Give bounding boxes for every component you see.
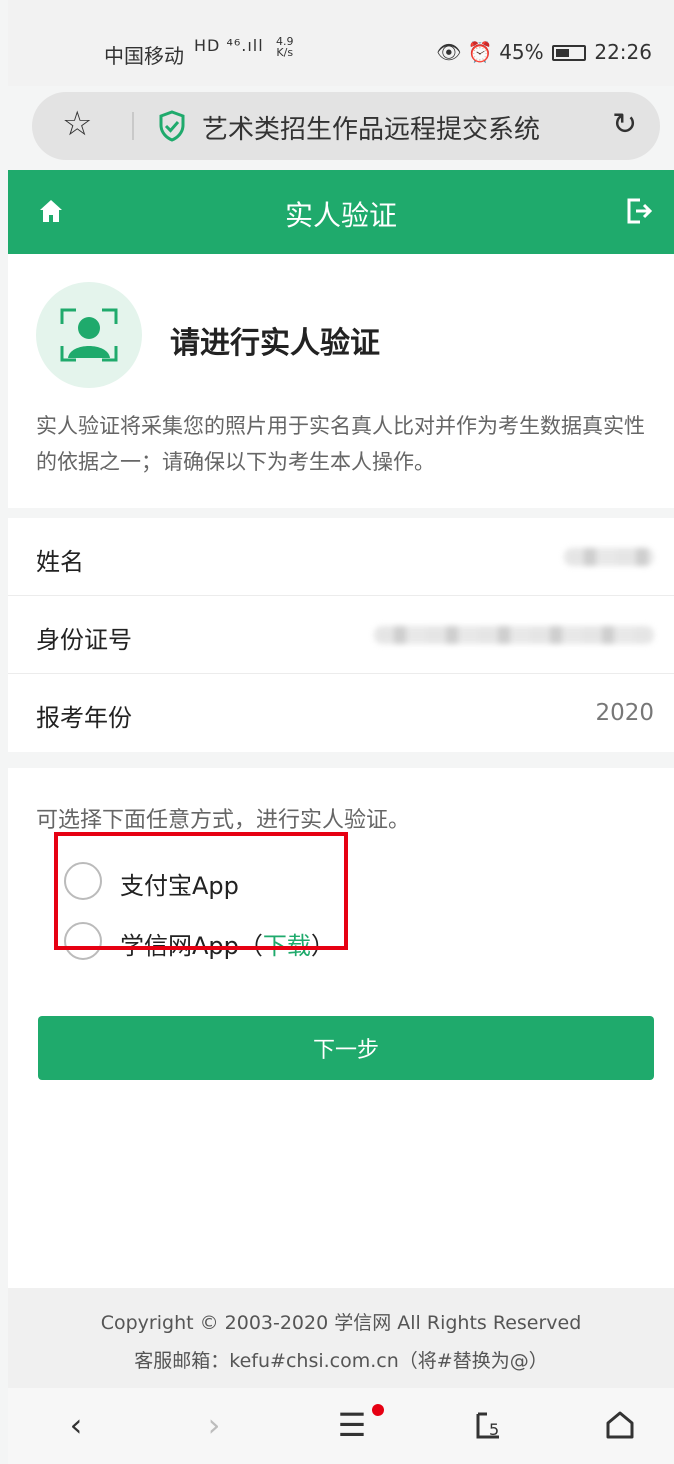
face-scan-icon (60, 308, 118, 362)
secure-shield-icon (159, 110, 185, 142)
status-right: 👁 ⏰ 45% 22:26 (436, 40, 652, 64)
exam-year-value: 2020 (595, 700, 654, 726)
forward-icon[interactable]: › (192, 1406, 236, 1446)
address-divider (132, 112, 134, 140)
menu-notification-dot (372, 1404, 384, 1416)
eye-icon: 👁 (436, 40, 462, 64)
tabs-count: 5 (489, 1420, 499, 1439)
bookmark-star-icon[interactable]: ☆ (62, 104, 92, 144)
copyright-text: Copyright © 2003-2020 学信网 All Rights Res… (100, 1312, 582, 1334)
face-verify-avatar (36, 282, 142, 388)
highlight-box (54, 832, 348, 950)
intro-heading: 请进行实人验证 (170, 326, 380, 361)
app-header: 实人验证 (8, 170, 674, 254)
tabs-icon[interactable]: 5 (468, 1406, 512, 1446)
reload-icon[interactable]: ↻ (612, 107, 637, 142)
address-title[interactable]: 艺术类招生作品远程提交系统 (202, 109, 540, 146)
id-value-redacted (374, 626, 654, 644)
intro-description: 实人验证将采集您的照片用于实名真人比对并作为考生数据真实性的依据之一；请确保以下… (36, 414, 645, 474)
clock: 22:26 (594, 40, 652, 64)
verify-options: 可选择下面任意方式，进行实人验证。 支付宝App 学信网App（下载） 下一步 (8, 768, 674, 1288)
menu-icon[interactable]: ☰ (330, 1406, 374, 1446)
next-button[interactable]: 下一步 (38, 1016, 654, 1080)
support-email: 客服邮箱：kefu#chsi.com.cn（将#替换为@） (134, 1350, 548, 1372)
home-nav-icon[interactable] (598, 1406, 642, 1446)
page-footer: Copyright © 2003-2020 学信网 All Rights Res… (8, 1288, 674, 1388)
info-row-name: 姓名 (8, 518, 674, 596)
battery-icon (552, 45, 586, 61)
intro-card: 请进行实人验证 实人验证将采集您的照片用于实名真人比对并作为考生数据真实性的依据… (8, 254, 674, 508)
signal-icon: HD ⁴⁶.ıll (194, 36, 264, 55)
status-bar: 中国移动 HD ⁴⁶.ıll 4.9 K/s 👁 ⏰ 45% 22:26 (8, 0, 674, 86)
battery-percent: 45% (499, 40, 544, 64)
name-value-redacted (564, 548, 654, 566)
info-row-id: 身份证号 (8, 596, 674, 674)
net-speed: 4.9 K/s (276, 36, 294, 58)
phone-screen: 中国移动 HD ⁴⁶.ıll 4.9 K/s 👁 ⏰ 45% 22:26 ☆ 艺… (8, 0, 674, 1464)
info-label: 身份证号 (36, 626, 132, 654)
alarm-icon: ⏰ (467, 40, 493, 64)
verify-hint: 可选择下面任意方式，进行实人验证。 (36, 808, 411, 833)
net-speed-unit: K/s (276, 46, 294, 59)
logout-icon[interactable] (624, 196, 654, 226)
carrier-name: 中国移动 (104, 44, 184, 68)
back-icon[interactable]: ‹ (54, 1406, 98, 1446)
address-bar[interactable]: ☆ 艺术类招生作品远程提交系统 ↻ (32, 92, 660, 160)
info-row-year: 报考年份 2020 (8, 674, 674, 752)
info-label: 报考年份 (36, 704, 132, 732)
info-label: 姓名 (36, 548, 84, 576)
browser-bottom-nav: ‹ › ☰ 5 (8, 1388, 674, 1464)
page-title: 实人验证 (284, 199, 397, 232)
candidate-info: 姓名 身份证号 报考年份 2020 (8, 518, 674, 752)
